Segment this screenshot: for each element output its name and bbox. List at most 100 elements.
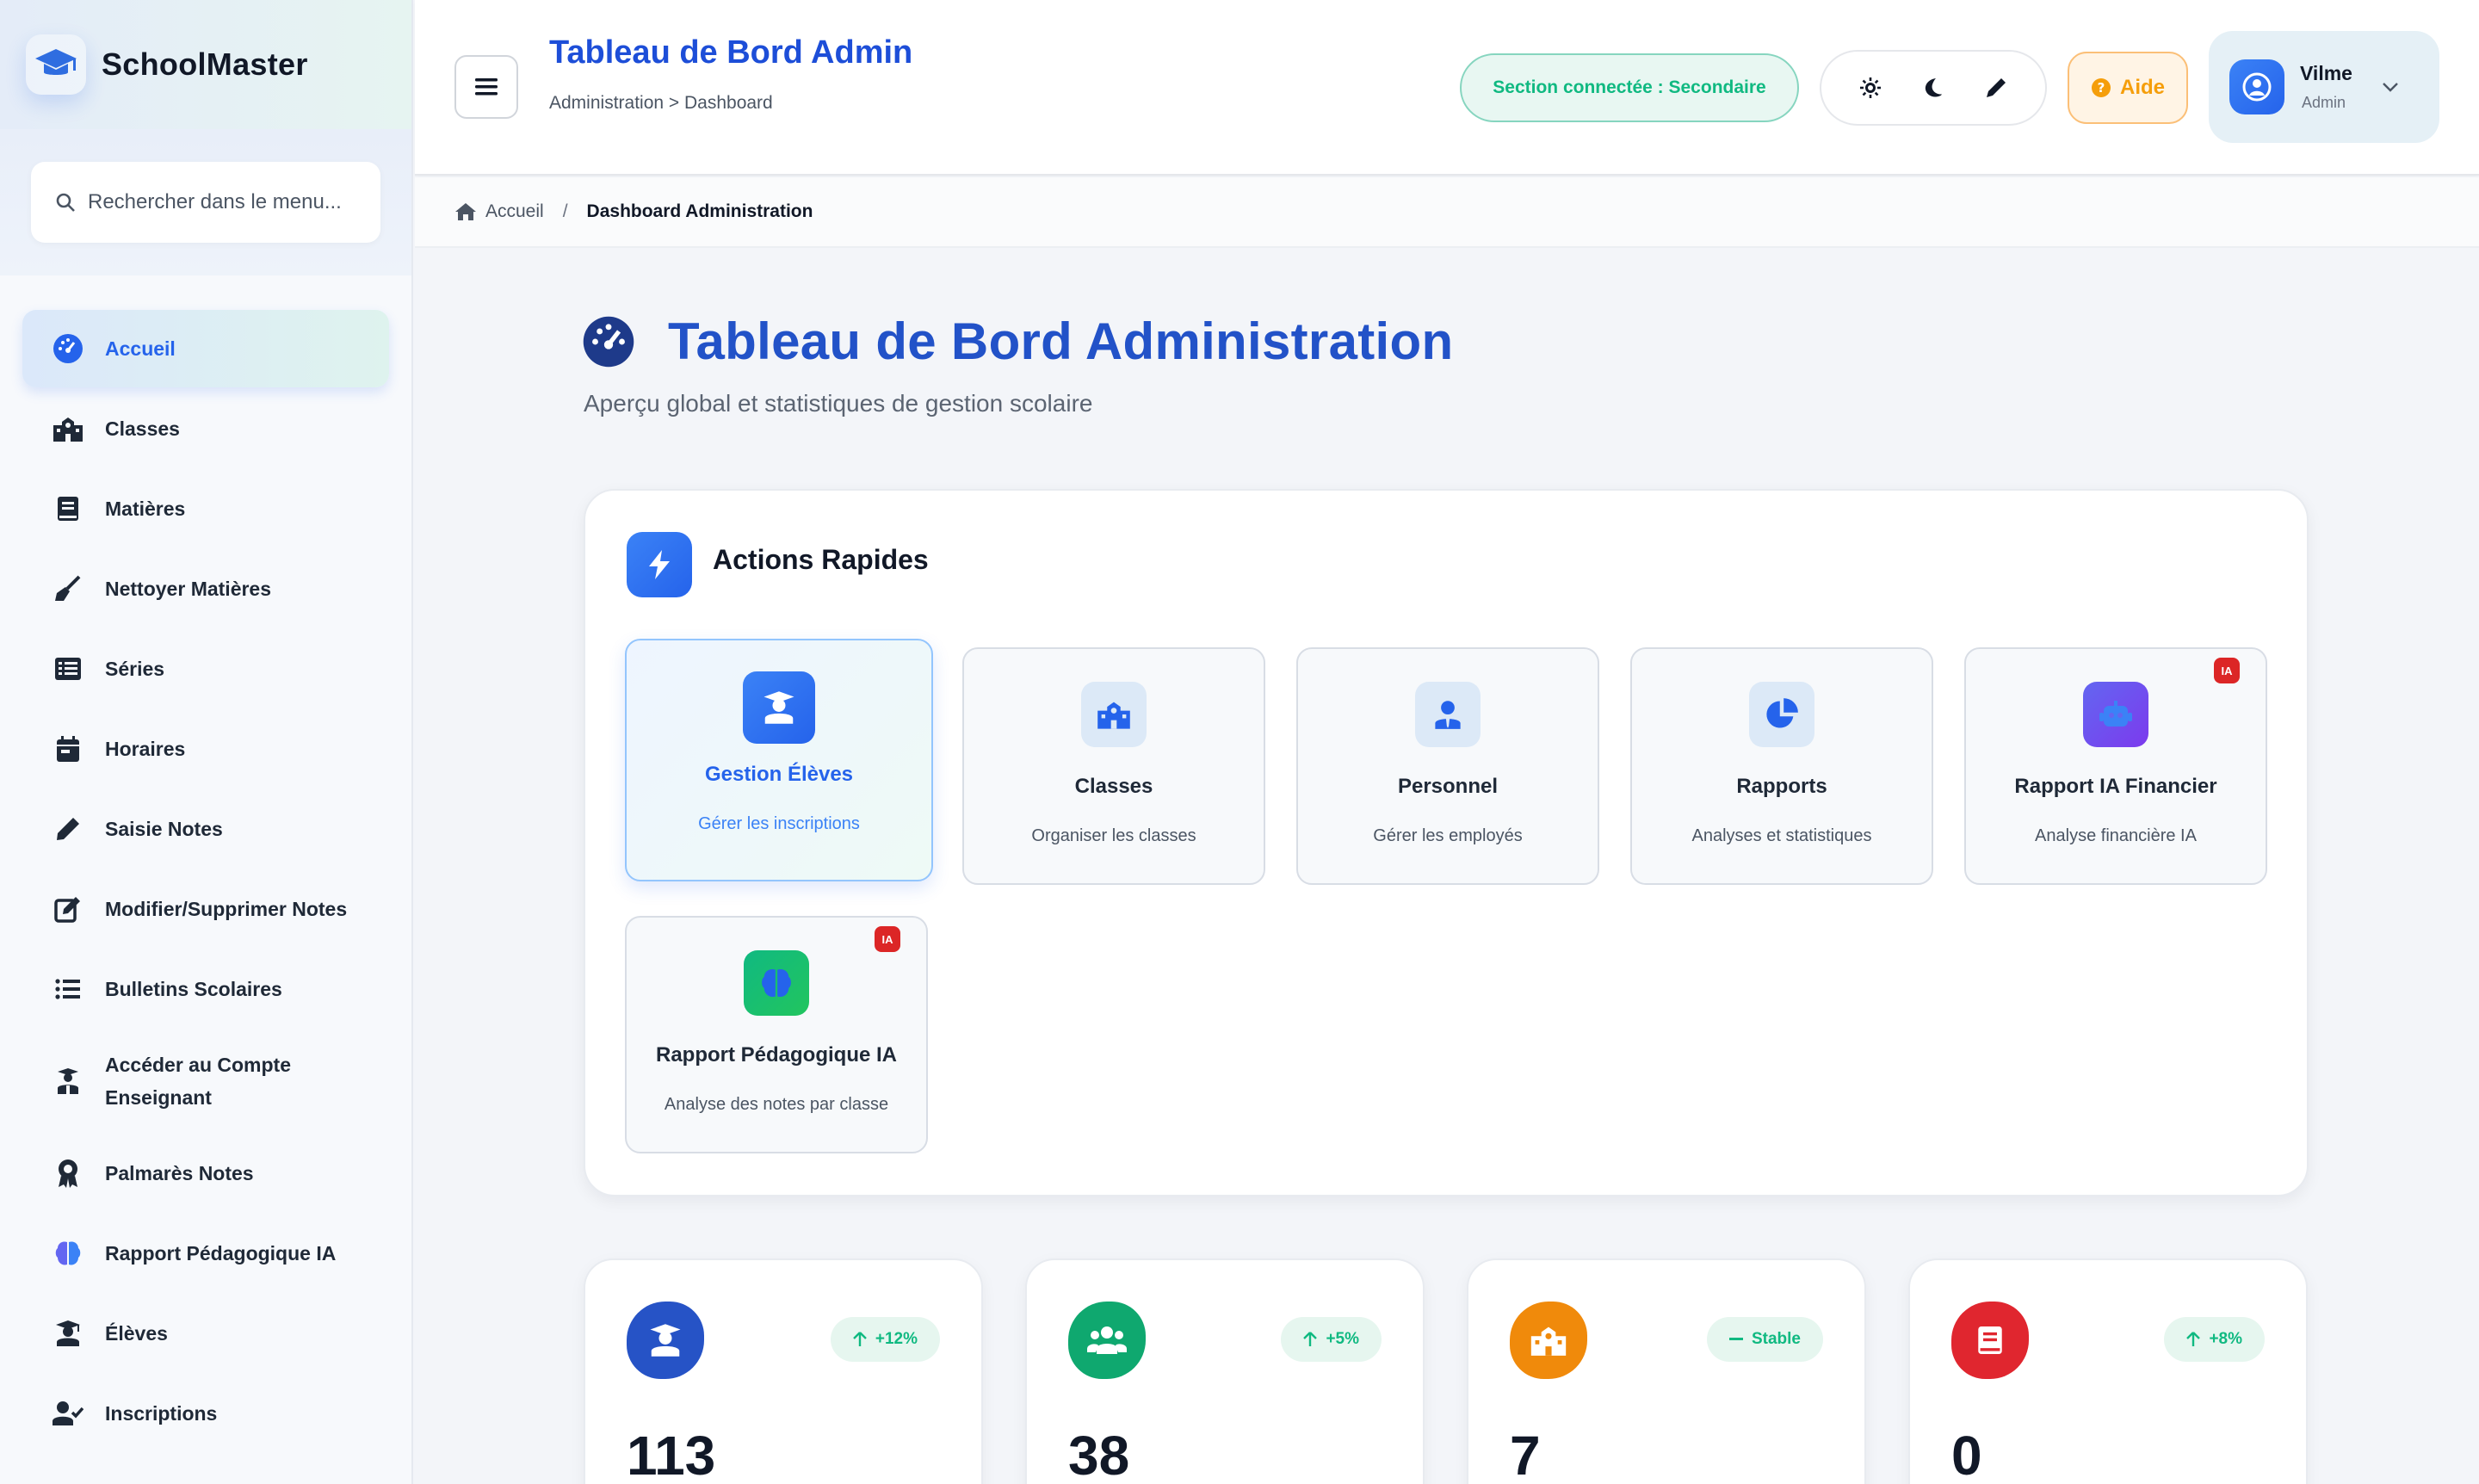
sidebar-item-label: Bulletins Scolaires [105,978,282,1000]
user-role: Admin [2302,94,2346,111]
sidebar-item-series[interactable]: Séries [22,630,389,708]
tile-title: Personnel [1397,775,1499,798]
breadcrumb-home-link[interactable]: Accueil [454,201,544,222]
sidebar-item-modifier-supprimer-notes[interactable]: Modifier/Supprimer Notes [22,870,389,948]
graduation-cap-icon [26,34,86,95]
sidebar-item-saisie-notes[interactable]: Saisie Notes [22,790,389,868]
quick-action-rapport-ia-financier[interactable]: IA Rapport IA Financier Analyse financiè… [1964,647,2267,885]
teacher-icon [52,1065,84,1098]
trend-value: Stable [1751,1330,1801,1348]
tile-description: Gérer les inscriptions [698,814,860,833]
sidebar-item-accueil[interactable]: Accueil [22,310,389,387]
stat-card-classes: Stable 7 [1467,1258,1866,1484]
brain-icon [52,1237,84,1270]
hamburger-icon [475,78,498,96]
sidebar-item-bulletins-scolaires[interactable]: Bulletins Scolaires [22,950,389,1028]
ia-badge: IA [875,926,900,952]
help-button[interactable]: ? Aide [2068,52,2188,124]
tile-description: Analyse des notes par classe [664,1095,889,1114]
arrow-up-icon [853,1332,867,1346]
tile-title: Gestion Élèves [704,763,854,786]
sidebar: SchoolMaster Rechercher dans le menu... … [0,0,413,1484]
quick-actions-title: Actions Rapides [713,544,929,575]
moon-icon[interactable] [1914,69,1952,107]
quick-action-rapport-pedagogique-ia[interactable]: IA Rapport Pédagogique IA Analyse des no… [625,916,928,1153]
quick-action-classes[interactable]: Classes Organiser les classes [962,647,1265,885]
menu-toggle-button[interactable] [454,55,518,119]
sidebar-item-label: Accéder au Compte Enseignant [105,1054,292,1109]
edit-icon [52,893,84,925]
chevron-down-icon [2383,83,2398,92]
sidebar-item-label: Horaires [105,738,186,760]
list-alt-icon [52,652,84,685]
sidebar-search-input[interactable]: Rechercher dans le menu... [31,162,380,243]
graduate-icon [743,671,815,744]
svg-text:?: ? [2098,80,2105,96]
tile-description: Organiser les classes [1031,826,1196,845]
book-icon [1951,1302,2029,1379]
breadcrumb: Accueil / Dashboard Administration [415,177,2479,248]
tile-title: Rapports [1736,775,1827,798]
sidebar-item-matieres[interactable]: Matières [22,470,389,547]
page-subtitle: Aperçu global et statistiques de gestion… [584,390,1093,417]
sidebar-item-label: Matières [105,498,186,520]
topbar-title: Tableau de Bord Admin [549,34,913,71]
user-circle-icon [2242,72,2272,102]
pen-icon[interactable] [1977,69,2015,107]
trend-badge: +12% [830,1317,940,1362]
quick-action-rapports[interactable]: Rapports Analyses et statistiques [1630,647,1933,885]
sidebar-item-label: Modifier/Supprimer Notes [105,898,348,920]
theme-toolbar [1820,50,2047,126]
sidebar-item-palmares-notes[interactable]: Palmarès Notes [22,1135,389,1212]
sidebar-item-label: Nettoyer Matières [105,578,272,600]
home-icon [455,203,476,220]
tile-title: Rapport IA Financier [2014,775,2217,798]
arrow-up-icon [1303,1332,1318,1346]
sidebar-item-label: Saisie Notes [105,818,223,840]
stat-value: 113 [627,1425,716,1484]
sidebar-item-classes[interactable]: Classes [22,390,389,467]
school-icon [1510,1302,1587,1379]
sidebar-item-nettoyer-matieres[interactable]: Nettoyer Matières [22,550,389,628]
help-label: Aide [2119,76,2165,99]
graduate-icon [52,1317,84,1350]
stat-card-eleves: +12% 113 [584,1258,983,1484]
robot-icon [2083,682,2148,747]
minus-icon [1728,1338,1743,1340]
users-icon [1068,1302,1146,1379]
quick-action-gestion-eleves[interactable]: Gestion Élèves Gérer les inscriptions [625,639,933,881]
sidebar-item-horaires[interactable]: Horaires [22,710,389,788]
section-status-badge: Section connectée : Secondaire [1460,53,1799,122]
user-menu[interactable]: Vilme Admin [2209,31,2439,143]
avatar [2229,59,2284,114]
sidebar-item-inscriptions[interactable]: Inscriptions [22,1375,389,1452]
breadcrumb-home-label: Accueil [485,201,544,221]
sidebar-item-label: Classes [105,417,180,440]
sidebar-item-rapport-pedagogique-ia[interactable]: Rapport Pédagogique IA [22,1215,389,1292]
sun-icon[interactable] [1852,69,1889,107]
user-name: Vilme [2300,62,2352,84]
ia-badge: IA [2214,658,2240,683]
dashboard-icon [582,315,635,373]
sidebar-item-label: Élèves [105,1322,168,1345]
breadcrumb-current: Dashboard Administration [586,201,813,221]
user-tie-icon [1415,682,1481,747]
tile-title: Classes [1074,775,1153,798]
trend-badge: Stable [1706,1317,1823,1362]
search-placeholder: Rechercher dans le menu... [88,190,342,213]
app-logo-text: SchoolMaster [102,46,308,82]
trend-value: +12% [875,1330,918,1348]
sidebar-item-label: Séries [105,658,165,680]
quick-action-personnel[interactable]: Personnel Gérer les employés [1296,647,1599,885]
tile-description: Analyse financière IA [2035,826,2197,845]
breadcrumb-separator: / [562,201,568,221]
sidebar-item-label: Palmarès Notes [105,1162,254,1184]
sidebar-item-eleves[interactable]: Élèves [22,1295,389,1372]
question-circle-icon: ? [2091,78,2111,97]
trend-value: +8% [2209,1330,2242,1348]
sidebar-item-acceder-compte-enseignant[interactable]: Accéder au Compte Enseignant [22,1030,389,1132]
search-icon [56,193,75,212]
stat-card-personnel: +5% 38 [1025,1258,1425,1484]
stat-value: 7 [1510,1425,1541,1484]
calendar-icon [52,733,84,765]
